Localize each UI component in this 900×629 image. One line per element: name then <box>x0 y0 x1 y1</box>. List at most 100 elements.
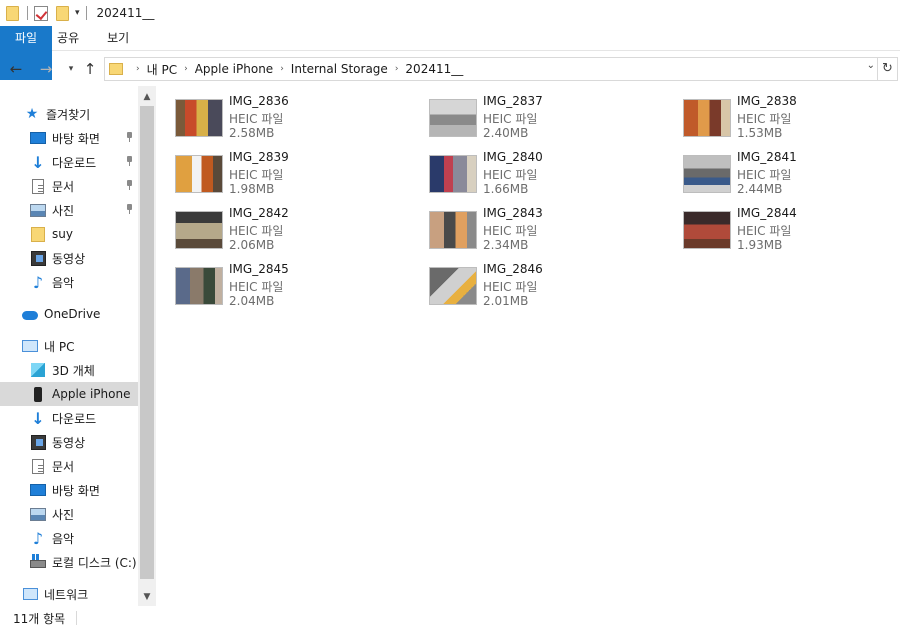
file-item[interactable]: IMG_2845 HEIC 파일 2.04MB <box>160 258 400 312</box>
tab-view[interactable]: 보기 <box>93 26 143 51</box>
nav-label: 다운로드 <box>52 155 97 170</box>
file-item[interactable]: IMG_2837 HEIC 파일 2.40MB <box>414 90 654 144</box>
properties-icon[interactable] <box>34 5 48 21</box>
nav-item-local-disk[interactable]: 로컬 디스크 (C:) <box>0 550 138 574</box>
download-icon: ↓ <box>31 152 45 172</box>
computer-icon <box>22 340 38 352</box>
file-name: IMG_2836 <box>229 94 289 108</box>
navigation-bar: ← → ▾ ↑ › 내 PC › Apple iPhone › Internal… <box>0 55 900 83</box>
file-name: IMG_2840 <box>483 150 543 164</box>
title-bar: ▾ 202411__ <box>0 0 900 26</box>
file-type: HEIC 파일 <box>483 224 538 238</box>
ribbon-tabs: 파일 홈 공유 보기 <box>0 26 900 80</box>
nav-item-downloads[interactable]: ↓ 다운로드 <box>0 150 138 174</box>
nav-label: 사진 <box>52 203 75 218</box>
file-name: IMG_2844 <box>737 206 797 220</box>
nav-onedrive[interactable]: OneDrive <box>0 302 138 326</box>
nav-item-pictures[interactable]: 사진 <box>0 502 138 526</box>
nav-item-pictures[interactable]: 사진 <box>0 198 138 222</box>
nav-label: 음악 <box>52 531 75 546</box>
file-item[interactable]: IMG_2841 HEIC 파일 2.44MB <box>668 146 900 200</box>
chevron-down-icon[interactable]: ⌄ <box>867 60 875 71</box>
nav-item-desktop[interactable]: 바탕 화면 <box>0 126 138 150</box>
sidebar-scrollbar[interactable]: ▲ ▼ <box>138 86 156 606</box>
file-item[interactable]: IMG_2838 HEIC 파일 1.53MB <box>668 90 900 144</box>
image-thumbnail <box>175 155 223 193</box>
nav-label: suy <box>52 227 73 241</box>
local-disk-icon <box>30 554 46 568</box>
nav-label: Apple iPhone <box>52 387 131 401</box>
music-icon: ♪ <box>32 272 44 292</box>
nav-label: OneDrive <box>44 307 101 321</box>
nav-label: 네트워크 <box>44 587 89 602</box>
up-arrow-icon[interactable]: ↑ <box>81 59 99 79</box>
scroll-down-arrow-icon[interactable]: ▼ <box>138 588 156 606</box>
nav-label: 내 PC <box>44 339 75 354</box>
file-size: 2.34MB <box>483 238 529 252</box>
nav-item-desktop[interactable]: 바탕 화면 <box>0 478 138 502</box>
file-size: 1.66MB <box>483 182 529 196</box>
file-item[interactable]: IMG_2842 HEIC 파일 2.06MB <box>160 202 400 256</box>
pictures-icon <box>30 203 46 217</box>
file-name: IMG_2839 <box>229 150 289 164</box>
file-item[interactable]: IMG_2843 HEIC 파일 2.34MB <box>414 202 654 256</box>
nav-network[interactable]: 네트워크 <box>0 582 138 606</box>
nav-label: 동영상 <box>52 435 86 450</box>
nav-quick-access[interactable]: ★ 즐겨찾기 <box>0 102 138 126</box>
nav-item-videos[interactable]: 동영상 <box>0 246 138 270</box>
nav-item-music[interactable]: ♪ 음악 <box>0 270 138 294</box>
file-item[interactable]: IMG_2846 HEIC 파일 2.01MB <box>414 258 654 312</box>
file-size: 2.06MB <box>229 238 275 252</box>
file-list: IMG_2836 HEIC 파일 2.58MB IMG_2837 HEIC 파일… <box>160 90 900 600</box>
address-bar[interactable]: › 내 PC › Apple iPhone › Internal Storage… <box>104 57 878 81</box>
file-item[interactable]: IMG_2839 HEIC 파일 1.98MB <box>160 146 400 200</box>
image-thumbnail <box>683 99 731 137</box>
file-item[interactable]: IMG_2836 HEIC 파일 2.58MB <box>160 90 400 144</box>
file-size: 2.44MB <box>737 182 783 196</box>
chevron-right-icon[interactable]: › <box>136 64 140 74</box>
back-arrow-icon[interactable]: ← <box>7 59 25 79</box>
nav-this-pc[interactable]: 내 PC <box>0 334 138 358</box>
image-thumbnail <box>683 211 731 249</box>
nav-item-downloads[interactable]: ↓ 다운로드 <box>0 406 138 430</box>
breadcrumb-this-pc[interactable]: 내 PC <box>147 61 177 78</box>
file-size: 1.53MB <box>737 126 783 140</box>
download-icon: ↓ <box>31 408 45 428</box>
scroll-up-arrow-icon[interactable]: ▲ <box>138 88 156 106</box>
nav-label: 사진 <box>52 507 75 522</box>
chevron-right-icon[interactable]: › <box>395 64 399 74</box>
chevron-right-icon[interactable]: › <box>280 64 284 74</box>
refresh-icon[interactable]: ↻ <box>878 57 898 81</box>
file-type: HEIC 파일 <box>229 112 284 126</box>
breadcrumb-apple-iphone[interactable]: Apple iPhone <box>195 62 273 76</box>
divider <box>27 6 28 20</box>
nav-item-music[interactable]: ♪ 음악 <box>0 526 138 550</box>
file-name: IMG_2845 <box>229 262 289 276</box>
customize-toolbar-icon[interactable]: ▾ <box>75 8 80 18</box>
window-title: 202411__ <box>96 6 155 20</box>
nav-item-videos[interactable]: 동영상 <box>0 430 138 454</box>
file-type: HEIC 파일 <box>229 224 284 238</box>
file-size: 1.93MB <box>737 238 783 252</box>
divider <box>76 611 77 625</box>
desktop-icon <box>30 484 46 496</box>
folder-icon <box>31 226 45 242</box>
nav-item-3d-objects[interactable]: 3D 개체 <box>0 358 138 382</box>
chevron-right-icon[interactable]: › <box>184 64 188 74</box>
forward-arrow-icon[interactable]: → <box>37 59 55 79</box>
onedrive-cloud-icon <box>22 310 38 320</box>
new-folder-icon[interactable] <box>56 5 69 21</box>
nav-item-apple-iphone[interactable]: Apple iPhone <box>0 382 138 406</box>
recent-locations-chevron-icon[interactable]: ▾ <box>62 59 80 79</box>
video-icon <box>30 250 46 266</box>
nav-item-documents[interactable]: 문서 <box>0 174 138 198</box>
breadcrumb-current-folder[interactable]: 202411__ <box>405 62 463 76</box>
breadcrumb-internal-storage[interactable]: Internal Storage <box>291 62 388 76</box>
file-item[interactable]: IMG_2844 HEIC 파일 1.93MB <box>668 202 900 256</box>
nav-item-suy[interactable]: suy <box>0 222 138 246</box>
nav-label: 바탕 화면 <box>52 483 100 498</box>
nav-item-documents[interactable]: 문서 <box>0 454 138 478</box>
scrollbar-thumb[interactable] <box>140 106 154 579</box>
file-item[interactable]: IMG_2840 HEIC 파일 1.66MB <box>414 146 654 200</box>
nav-label: 3D 개체 <box>52 363 95 378</box>
